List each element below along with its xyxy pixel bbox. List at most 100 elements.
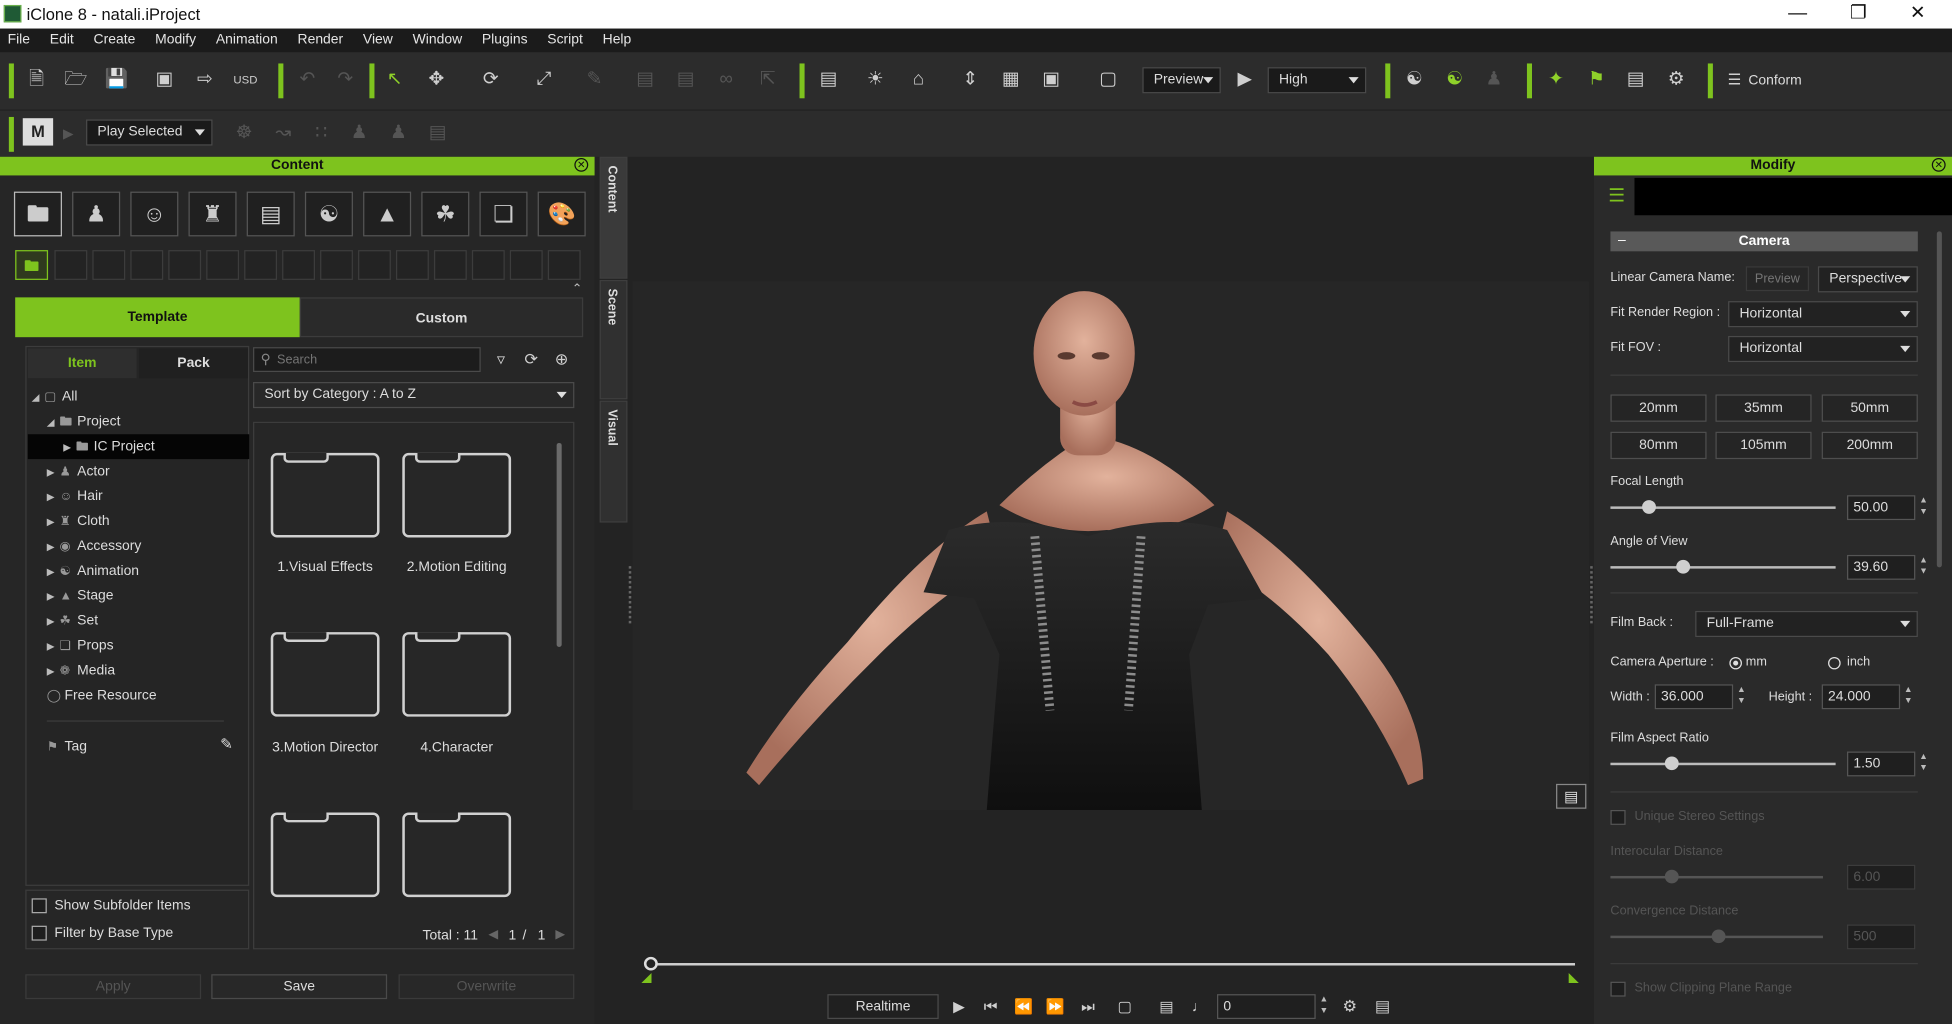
3d-viewport[interactable]: ▤ <box>632 281 1589 810</box>
up-arrow-icon[interactable]: ▲ <box>1919 496 1929 506</box>
down-arrow-icon[interactable]: ▼ <box>1919 508 1929 518</box>
flag-icon[interactable]: ⚑ <box>1584 67 1609 92</box>
usd-export-icon[interactable]: USD <box>233 67 258 92</box>
settings-gear-icon[interactable]: ⚙ <box>1337 994 1362 1019</box>
folder-item[interactable] <box>270 812 380 898</box>
height-input[interactable]: 24.000 ▲ ▼ <box>1821 684 1913 710</box>
align-left-icon[interactable]: ▤ <box>633 67 658 92</box>
subtitle-icon[interactable]: ▤ <box>1154 994 1179 1019</box>
link-icon[interactable]: ∞ <box>713 67 738 92</box>
timeline-end-marker[interactable] <box>1568 972 1579 983</box>
prev-page-icon[interactable]: ◀ <box>488 928 498 942</box>
category-set-button[interactable]: ▲ <box>363 191 412 237</box>
up-arrow-icon[interactable]: ▲ <box>1737 686 1747 696</box>
video-camera-icon[interactable]: ▶ <box>1232 67 1257 92</box>
resize-handle[interactable] <box>628 566 633 624</box>
fit-render-region-dropdown[interactable]: Horizontal <box>1728 301 1918 328</box>
camera-name-input[interactable] <box>1745 266 1810 292</box>
rotate-tool-icon[interactable]: ⟳ <box>478 67 503 92</box>
expand-options-icon[interactable]: ⊕ <box>549 347 574 372</box>
export-icon[interactable]: ▣ <box>152 67 177 92</box>
tree-item-animation[interactable]: ▶ ☯ Animation <box>47 559 139 584</box>
align-center-icon[interactable]: ▤ <box>673 67 698 92</box>
up-arrow-icon[interactable]: ▲ <box>1919 556 1929 566</box>
category-animation-button[interactable]: ☯ <box>304 191 353 237</box>
close-window-button[interactable]: ✕ <box>1899 2 1937 24</box>
subcategory-slot[interactable] <box>358 250 391 280</box>
minimize-button[interactable]: — <box>1779 2 1817 24</box>
crowd-icon[interactable]: ♟ <box>1481 67 1506 92</box>
render-preview-dropdown[interactable]: Preview <box>1142 67 1221 94</box>
fit-vertical-icon[interactable]: ⇕ <box>958 67 983 92</box>
maximize-button[interactable]: ❐ <box>1839 2 1877 24</box>
layout-icon[interactable]: ▤ <box>816 67 841 92</box>
menu-plugins[interactable]: Plugins <box>474 29 535 53</box>
light-icon[interactable]: ☀ <box>863 67 888 92</box>
sliders-icon[interactable]: ☰ <box>1600 180 1633 212</box>
subcategory-slot[interactable] <box>547 250 581 280</box>
subcategory-slot[interactable] <box>92 250 126 280</box>
menu-create[interactable]: Create <box>86 29 143 53</box>
projection-dropdown[interactable]: Perspective <box>1817 266 1918 293</box>
filter-base-checkbox[interactable] <box>31 925 47 941</box>
film-aspect-ratio-input[interactable]: 1.50 ▲ ▼ <box>1847 751 1928 777</box>
comment-icon[interactable]: ▤ <box>1556 783 1587 809</box>
panel-scrollbar[interactable] <box>1936 231 1942 568</box>
subcategory-slot[interactable] <box>471 250 505 280</box>
lens-105mm-button[interactable]: 105mm <box>1715 431 1812 460</box>
undo-icon[interactable]: ↶ <box>295 67 320 92</box>
home-camera-icon[interactable]: ⌂ <box>906 67 931 92</box>
tree-item-all[interactable]: ◢ ▢ All <box>32 384 78 409</box>
menu-file[interactable]: File <box>0 29 38 53</box>
md-path-icon[interactable]: ↝ <box>271 121 296 146</box>
timeline-start-marker[interactable] <box>641 972 652 983</box>
motion-director-logo-icon[interactable]: M <box>22 118 54 146</box>
new-file-icon[interactable]: 🗎 <box>24 67 49 92</box>
close-icon[interactable]: ✕ <box>1931 158 1946 172</box>
down-arrow-icon[interactable]: ▼ <box>1919 764 1929 774</box>
loop-icon[interactable]: ▢ <box>1112 994 1137 1019</box>
timeline-track[interactable] <box>647 963 1576 966</box>
tree-item-props[interactable]: ▶ ❏ Props <box>47 633 114 658</box>
open-folder-icon[interactable]: 🗁 <box>63 67 88 92</box>
interocular-input[interactable]: 6.00 <box>1847 864 1916 890</box>
edit-tag-pencil-icon[interactable]: ✎ <box>220 735 233 752</box>
interocular-slider[interactable] <box>1610 869 1823 884</box>
fast-forward-icon[interactable]: ⏩ <box>1042 994 1067 1019</box>
lens-35mm-button[interactable]: 35mm <box>1715 394 1812 422</box>
sort-dropdown[interactable]: Sort by Category : A to Z <box>253 381 575 409</box>
subcategory-slot[interactable] <box>282 250 316 280</box>
side-tab-visual[interactable]: Visual <box>599 400 628 523</box>
folder-character[interactable] <box>402 632 512 717</box>
tree-item-project[interactable]: ◢ 🖿 Project <box>47 409 121 434</box>
play-selected-dropdown[interactable]: Play Selected <box>86 119 213 146</box>
folder-motion-director[interactable] <box>270 632 380 717</box>
menu-help[interactable]: Help <box>595 29 639 53</box>
film-back-dropdown[interactable]: Full-Frame <box>1695 610 1918 638</box>
convergence-input[interactable]: 500 <box>1847 924 1916 950</box>
md-group-icon[interactable]: ♟ <box>386 121 411 146</box>
lens-200mm-button[interactable]: 200mm <box>1821 431 1918 460</box>
slider-knob[interactable] <box>1711 929 1726 944</box>
close-icon[interactable]: ✕ <box>574 158 589 172</box>
menu-edit[interactable]: Edit <box>42 29 81 53</box>
category-cloth-button[interactable]: ♜ <box>188 191 237 237</box>
show-subfolder-checkbox[interactable] <box>31 898 47 914</box>
aperture-inch-radio[interactable] <box>1828 656 1841 670</box>
motion-icon[interactable]: ☯ <box>1442 67 1467 92</box>
down-arrow-icon[interactable]: ▼ <box>1319 1007 1329 1017</box>
apply-button[interactable]: Apply <box>25 974 202 1000</box>
slider-knob[interactable] <box>1676 559 1691 574</box>
side-tab-content[interactable]: Content <box>599 156 628 279</box>
subcategory-slot[interactable] <box>206 250 240 280</box>
import-icon[interactable]: ⇨ <box>192 67 217 92</box>
category-project-button[interactable]: 🖿 <box>13 191 62 237</box>
attach-icon[interactable]: ⇱ <box>755 67 780 92</box>
focal-length-slider[interactable] <box>1610 500 1836 514</box>
slider-knob[interactable] <box>1664 756 1679 771</box>
tab-pack[interactable]: Pack <box>139 348 248 379</box>
menu-window[interactable]: Window <box>405 29 470 53</box>
subcategory-slot[interactable] <box>395 250 429 280</box>
tree-item-actor[interactable]: ▶ ♟ Actor <box>47 459 110 484</box>
tree-item-free-resource[interactable]: ◯ Free Resource <box>47 683 157 708</box>
